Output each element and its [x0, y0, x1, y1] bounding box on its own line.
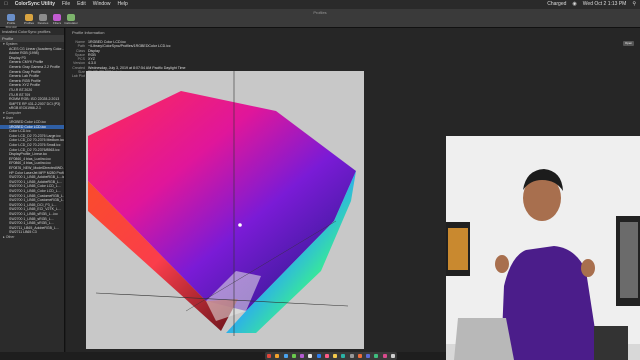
devices-icon [39, 14, 47, 21]
laptop [454, 318, 514, 360]
dock-app-icon[interactable] [366, 354, 371, 358]
sidebar-title: Installed ColorSync profiles [2, 29, 51, 34]
dock-app-icon[interactable] [333, 354, 338, 358]
dock-app-icon[interactable] [374, 354, 379, 358]
dock-app-icon[interactable] [291, 354, 296, 358]
menu-edit[interactable]: Edit [77, 0, 86, 9]
white-point-marker [238, 223, 242, 227]
dock-app-icon[interactable] [267, 354, 272, 358]
info-key: Lab Plot [71, 74, 85, 79]
profile-list-item[interactable]: EF0876_NEW_ModelDirectedIWD... [0, 166, 64, 171]
toolbar-profile-first-aid[interactable]: Profile First Aid [4, 14, 18, 29]
info-value: ~/Library/ColorSync/Profiles/1RGBEDColor… [88, 44, 171, 49]
menu-bar:  ColorSync Utility File Edit Window Hel… [0, 0, 640, 9]
apple-menu-icon[interactable]:  [4, 0, 8, 9]
dock-app-icon[interactable] [275, 354, 280, 358]
color-checker [594, 326, 628, 360]
dock-app-icon[interactable] [316, 354, 321, 358]
dock-app-icon[interactable] [300, 354, 305, 358]
dock-app-icon[interactable] [324, 354, 329, 358]
toolbar-filters[interactable]: Filters [50, 14, 64, 26]
presenter-graphic [446, 136, 640, 360]
clock[interactable]: Wed Oct 2 1:13 PM [583, 0, 627, 9]
wifi-icon[interactable]: ◉ [572, 0, 576, 9]
profiles-icon [25, 14, 33, 21]
dock-app-icon[interactable] [283, 354, 288, 358]
dock-app-icon[interactable] [382, 354, 387, 358]
toolbar-profiles[interactable]: Profiles [22, 14, 36, 26]
toolbar-devices[interactable]: Devices [36, 14, 50, 26]
menu-help[interactable]: Help [118, 0, 128, 9]
profile-list-item[interactable]: Generic Gray Gamma 2.2 Profile [0, 65, 64, 70]
battery-status[interactable]: Charged [547, 0, 566, 9]
calculator-icon [67, 14, 75, 21]
presenter-body [501, 246, 596, 360]
dock-app-icon[interactable] [349, 354, 354, 358]
menu-file[interactable]: File [62, 0, 70, 9]
dock-app-icon[interactable] [357, 354, 362, 358]
presenter-hand-left [495, 255, 509, 273]
filters-icon [53, 14, 61, 21]
dock [265, 352, 397, 360]
monitor-right-screen [620, 222, 638, 298]
presenter-video-overlay [446, 136, 640, 360]
dock-app-icon[interactable] [390, 354, 395, 358]
profile-info-title: Profile Information [72, 30, 105, 35]
first-aid-icon [7, 14, 15, 21]
window-toolbar: Profiles Profile First Aid Profiles Devi… [0, 9, 640, 29]
gamut-face-top [88, 91, 356, 311]
app-menu[interactable]: ColorSync Utility [15, 0, 55, 9]
wall-photo-image [448, 228, 468, 270]
sidebar-column-header[interactable]: Profile [0, 35, 64, 42]
search-icon[interactable]: ⚲ [632, 0, 636, 9]
dock-app-icon[interactable] [341, 354, 346, 358]
dock-app-icon[interactable] [308, 354, 313, 358]
menu-window[interactable]: Window [93, 0, 111, 9]
profile-list-item[interactable]: SW2700 1_LB65_Color LCD_L... [0, 189, 64, 194]
presenter-hand-right [581, 259, 595, 277]
profile-group[interactable]: ▸ Other [0, 235, 64, 240]
window-title: Profiles [313, 10, 327, 15]
lab-plot-3d[interactable] [86, 71, 364, 349]
profile-list: ▾ System ACES CG Linear (Academy Color...… [0, 42, 64, 240]
toolbar-calculator[interactable]: Calculator [64, 14, 78, 26]
lab-gamut-graphic [88, 71, 356, 336]
profile-list-item[interactable]: Color LCD_D2 70-2376 Small.icc [0, 143, 64, 148]
profile-list-item[interactable]: SW2700 1_LB65_sRGB_L...icc [0, 212, 64, 217]
open-button[interactable]: Open [623, 41, 634, 46]
profiles-sidebar: Installed ColorSync profiles Profile ▾ S… [0, 28, 65, 352]
